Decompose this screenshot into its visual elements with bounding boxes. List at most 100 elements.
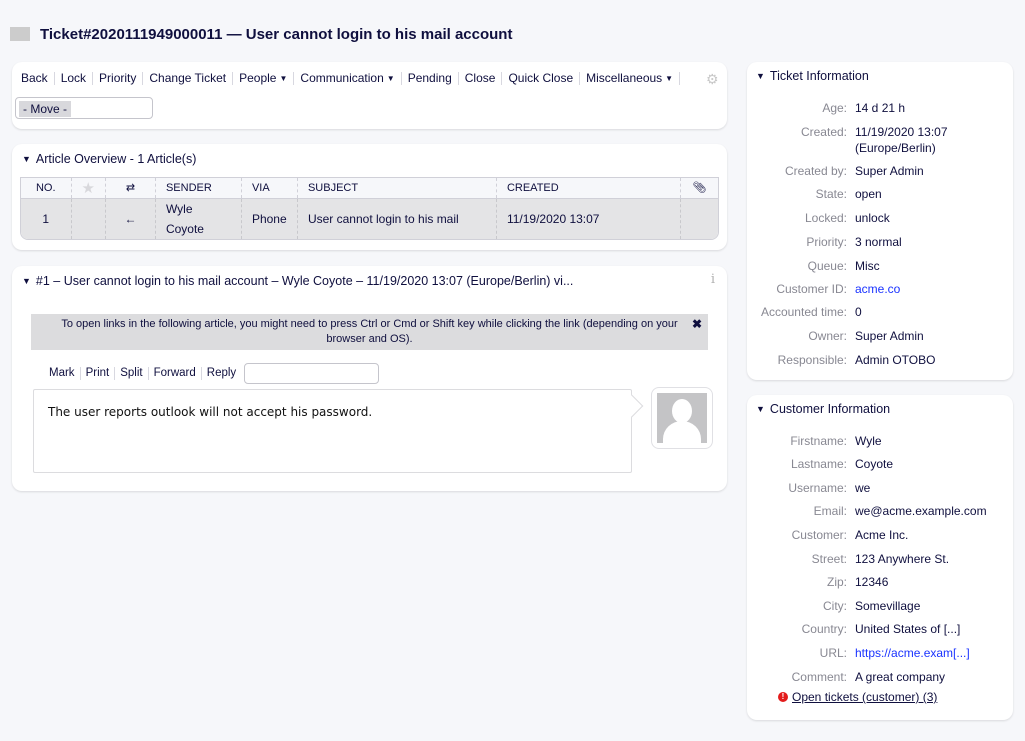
customer-id-link[interactable]: acme.co bbox=[855, 281, 900, 297]
communication-menu[interactable]: Communication ▼ bbox=[294, 72, 402, 85]
field-value: 123 Anywhere St. bbox=[855, 552, 950, 566]
change-ticket-label: Change Ticket bbox=[149, 71, 227, 85]
lock-button[interactable]: Lock bbox=[55, 71, 94, 85]
cell-no: 1 bbox=[21, 198, 72, 239]
priority-label: Priority bbox=[99, 71, 137, 85]
triangle-down-icon: ▼ bbox=[22, 154, 31, 164]
quick-close-button[interactable]: Quick Close bbox=[502, 72, 581, 85]
caret-down-icon: ▼ bbox=[665, 74, 674, 83]
field-label: Owner: bbox=[808, 329, 847, 343]
caret-down-icon: ▼ bbox=[279, 74, 288, 83]
article-detail-widget: ▼ #1 – User cannot login to his mail acc… bbox=[12, 266, 727, 491]
field-owner: Owner: Super Admin bbox=[747, 328, 1013, 344]
table-row[interactable]: 1 ← Wyle Coyote Phone User cannot login … bbox=[21, 198, 718, 239]
back-button[interactable]: Back bbox=[21, 72, 55, 85]
field-label: Customer: bbox=[791, 528, 847, 542]
back-label: Back bbox=[21, 71, 48, 85]
field-locked: Locked: unlock bbox=[747, 210, 1013, 226]
field-label: Created by: bbox=[784, 164, 847, 178]
field-state: State: open bbox=[747, 186, 1013, 202]
move-queue-select[interactable]: - Move - bbox=[15, 97, 153, 119]
open-tickets-row: ! Open tickets (customer) (3) bbox=[778, 690, 937, 704]
priority-button[interactable]: Priority bbox=[93, 71, 144, 85]
miscellaneous-menu[interactable]: Miscellaneous ▼ bbox=[580, 71, 681, 85]
field-customer-id: Customer ID: acme.co bbox=[747, 281, 1013, 297]
people-menu[interactable]: People ▼ bbox=[233, 72, 295, 85]
field-label: Age: bbox=[822, 101, 847, 115]
info-icon[interactable]: i bbox=[711, 272, 715, 287]
field-zip: Zip: 12346 bbox=[747, 574, 1013, 590]
field-label: Priority: bbox=[806, 235, 847, 249]
article-overview-heading: Article Overview - 1 Article(s) bbox=[35, 152, 197, 166]
lock-label: Lock bbox=[60, 71, 87, 85]
field-label: Locked: bbox=[804, 211, 847, 225]
customer-information-toggle[interactable]: ▼ Customer Information bbox=[756, 402, 890, 416]
column-no[interactable]: NO. bbox=[21, 178, 72, 199]
field-value: 14 d 21 h bbox=[855, 101, 906, 115]
pending-button[interactable]: Pending bbox=[402, 72, 459, 85]
direction-arrows-icon: ⇄ bbox=[125, 182, 136, 195]
ticket-action-bar: Back Lock Priority Change Ticket People ▼… bbox=[12, 62, 727, 129]
column-direction[interactable]: ⇄ bbox=[105, 178, 156, 199]
field-label: Email: bbox=[813, 504, 847, 518]
field-customer: Customer: Acme Inc. bbox=[747, 527, 1013, 543]
table-header-row: NO. ★ ⇄ SENDER VIA SUBJECT CREATED 📎︎ bbox=[21, 178, 718, 199]
triangle-down-icon: ▼ bbox=[756, 71, 765, 81]
field-city: City: Somevillage bbox=[747, 598, 1013, 614]
user-silhouette-icon bbox=[657, 393, 707, 443]
split-button[interactable]: Split bbox=[115, 367, 149, 380]
article-detail-toggle[interactable]: ▼ #1 – User cannot login to his mail acc… bbox=[22, 274, 573, 288]
ticket-information-widget: ▼ Ticket Information Age: 14 d 21 h Creat… bbox=[747, 62, 1013, 380]
column-sender[interactable]: SENDER bbox=[155, 178, 242, 199]
change-ticket-button[interactable]: Change Ticket bbox=[143, 71, 234, 85]
reply-button[interactable]: Reply bbox=[202, 367, 241, 380]
gear-icon[interactable]: ⚙ bbox=[706, 72, 719, 86]
cell-via: Phone bbox=[241, 198, 298, 239]
print-button[interactable]: Print bbox=[81, 367, 116, 380]
field-value: A great company bbox=[855, 670, 946, 684]
article-table: NO. ★ ⇄ SENDER VIA SUBJECT CREATED 📎︎ 1 … bbox=[20, 177, 719, 240]
field-label: Country: bbox=[801, 622, 847, 636]
cell-sender: Wyle Coyote bbox=[155, 198, 242, 239]
field-value: Super Admin bbox=[855, 164, 924, 178]
ticket-information-toggle[interactable]: ▼ Ticket Information bbox=[756, 69, 869, 83]
reply-template-input[interactable] bbox=[244, 363, 380, 384]
link-notice-text: To open links in the following article, … bbox=[61, 318, 678, 345]
star-icon: ★ bbox=[81, 179, 95, 197]
article-detail-heading: #1 – User cannot login to his mail accou… bbox=[35, 274, 574, 288]
field-comment: Comment: A great company bbox=[747, 669, 1013, 685]
ticket-title-bar: Ticket#2020111949000011 — User cannot lo… bbox=[10, 24, 512, 44]
column-subject[interactable]: SUBJECT bbox=[297, 178, 497, 199]
field-value: Super Admin bbox=[855, 329, 924, 343]
field-value: open bbox=[855, 187, 882, 201]
field-queue: Queue: Misc bbox=[747, 258, 1013, 274]
column-created[interactable]: CREATED bbox=[496, 178, 681, 199]
field-created-by: Created by: Super Admin bbox=[747, 163, 1013, 179]
field-value: Wyle bbox=[855, 434, 882, 448]
field-lastname: Lastname: Coyote bbox=[747, 456, 1013, 472]
column-attachment[interactable]: 📎︎ bbox=[680, 178, 718, 199]
close-icon[interactable]: ✖ bbox=[692, 317, 702, 332]
customer-information-heading: Customer Information bbox=[769, 402, 891, 416]
mark-button[interactable]: Mark bbox=[49, 367, 81, 380]
column-via[interactable]: VIA bbox=[241, 178, 298, 199]
miscellaneous-label: Miscellaneous bbox=[586, 71, 663, 85]
field-url: URL: https://acme.exam[...] bbox=[747, 645, 1013, 661]
alert-icon: ! bbox=[778, 692, 788, 702]
field-value: Coyote bbox=[855, 457, 894, 471]
column-star[interactable]: ★ bbox=[71, 178, 106, 199]
field-label: Zip: bbox=[826, 575, 847, 589]
field-value: unlock bbox=[855, 211, 890, 225]
forward-button[interactable]: Forward bbox=[149, 367, 202, 380]
customer-url-link[interactable]: https://acme.exam[...] bbox=[855, 645, 970, 661]
field-value: we bbox=[855, 481, 871, 495]
field-label: Comment: bbox=[791, 670, 847, 684]
field-responsible: Responsible: Admin OTOBO bbox=[747, 352, 1013, 368]
field-value: 0 bbox=[855, 305, 862, 319]
close-button[interactable]: Close bbox=[459, 72, 503, 85]
field-label: Customer ID: bbox=[776, 282, 847, 296]
article-overview-toggle[interactable]: ▼ Article Overview - 1 Article(s) bbox=[22, 152, 196, 166]
open-tickets-link[interactable]: Open tickets (customer) (3) bbox=[792, 690, 937, 704]
field-value: 11/19/2020 13:07 (Europe/Berlin) bbox=[855, 125, 948, 155]
field-email: Email: we@acme.example.com bbox=[747, 503, 1013, 519]
